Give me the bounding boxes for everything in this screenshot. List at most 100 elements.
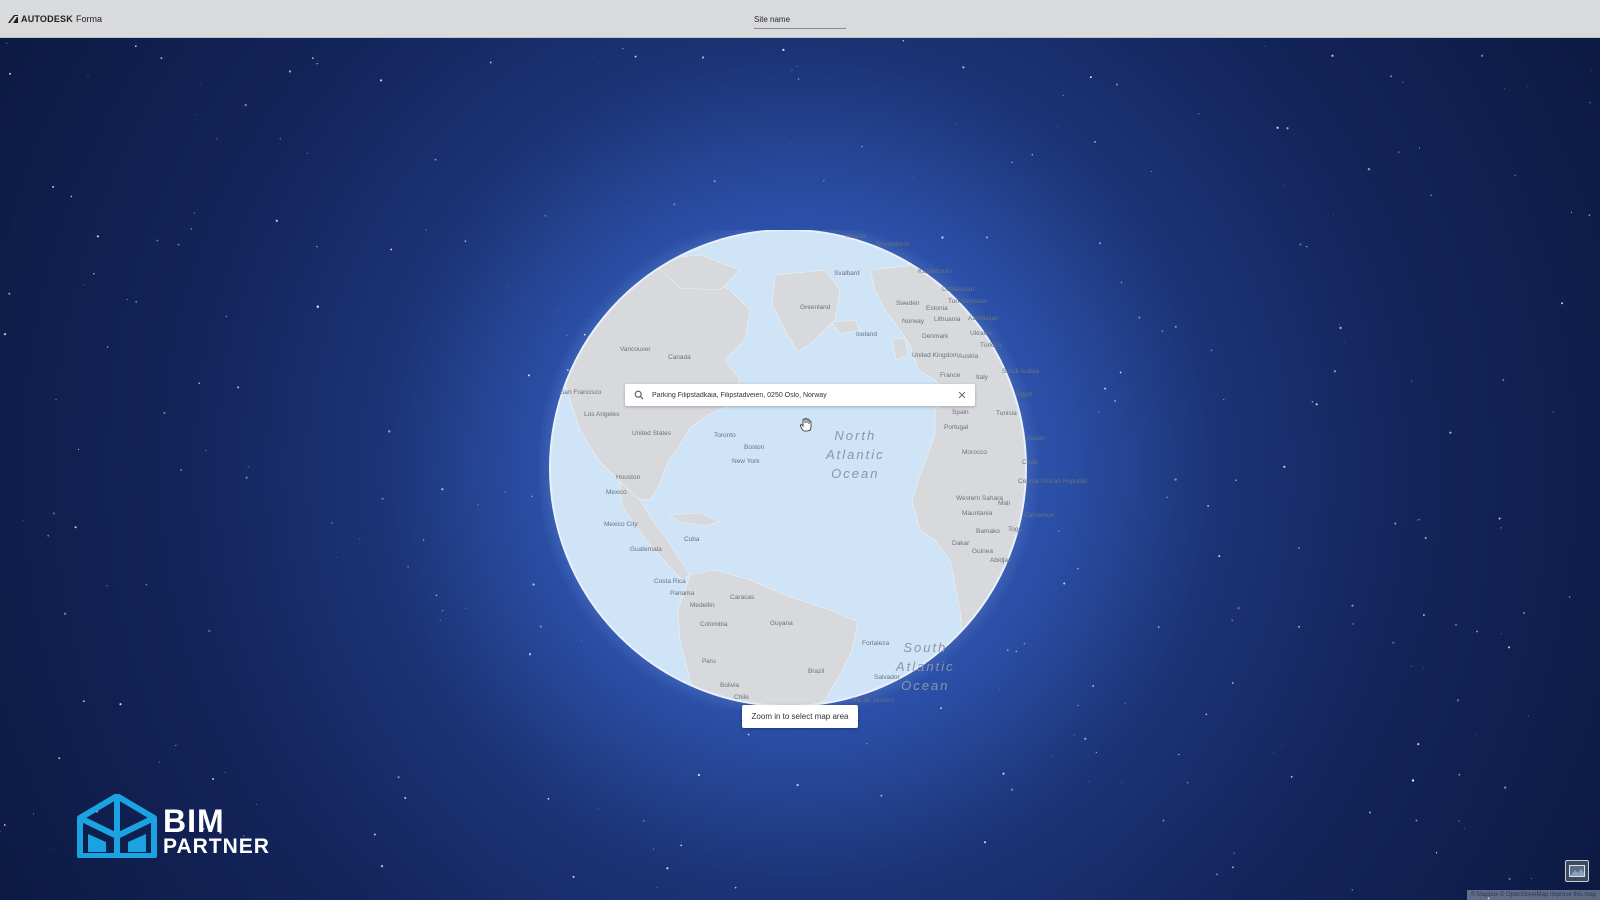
- star: [14, 223, 15, 225]
- map-label: Turkmenistan: [948, 298, 988, 305]
- star: [489, 61, 492, 64]
- star: [464, 240, 467, 243]
- star: [1500, 633, 1502, 635]
- hand-cursor-icon: [800, 418, 812, 432]
- star: [306, 152, 308, 154]
- star: [666, 867, 669, 870]
- star: [74, 526, 77, 529]
- close-icon[interactable]: [955, 388, 969, 402]
- star: [82, 700, 85, 703]
- location-search-input[interactable]: [650, 384, 955, 406]
- star: [1398, 151, 1400, 153]
- star: [0, 831, 1, 833]
- star: [8, 292, 11, 295]
- star: [275, 219, 278, 222]
- star: [861, 145, 863, 148]
- satellite-layer-button[interactable]: [1565, 860, 1589, 882]
- star: [316, 62, 318, 65]
- star: [435, 594, 438, 597]
- star: [442, 610, 444, 612]
- star: [1476, 630, 1478, 633]
- star: [237, 386, 240, 389]
- map-label: Austria: [958, 353, 979, 360]
- star: [1508, 646, 1510, 649]
- star: [1077, 704, 1079, 707]
- star: [1458, 773, 1461, 776]
- star: [331, 522, 333, 524]
- star: [434, 158, 437, 161]
- star: [1411, 779, 1415, 782]
- star: [1161, 330, 1164, 333]
- star: [335, 557, 337, 558]
- star: [634, 55, 637, 58]
- star: [1011, 161, 1013, 164]
- star: [504, 491, 507, 493]
- map-label: Panama: [670, 590, 695, 597]
- house-logo-icon: [77, 794, 157, 858]
- map-label: Guinea: [972, 548, 993, 555]
- star: [63, 612, 67, 615]
- star: [713, 180, 716, 183]
- star: [1344, 342, 1346, 343]
- map-label: Norway: [902, 318, 925, 325]
- map-label: Estonia: [926, 305, 948, 312]
- map-label: Türkiye: [980, 342, 1002, 349]
- map-label: Vancouver: [620, 346, 651, 353]
- star: [955, 124, 957, 125]
- star: [52, 512, 56, 515]
- map-label: Mauritania: [962, 510, 993, 517]
- map-label: Costa Rica: [654, 578, 686, 585]
- star: [790, 142, 792, 144]
- star: [796, 784, 799, 787]
- star: [1233, 852, 1235, 854]
- map-attribution[interactable]: © Mapbox © OpenStreetMap Improve this ma…: [1466, 890, 1600, 900]
- map-label: Boston: [744, 444, 765, 451]
- map-label: Brazil: [808, 668, 825, 675]
- star: [1231, 619, 1234, 622]
- star: [1500, 527, 1502, 529]
- star: [1063, 582, 1066, 585]
- star: [1120, 281, 1123, 284]
- star: [390, 248, 393, 251]
- star: [1062, 94, 1065, 97]
- star: [642, 819, 645, 822]
- site-name-input[interactable]: [754, 10, 846, 29]
- star: [1298, 546, 1300, 549]
- star: [1114, 400, 1116, 402]
- map-label: Dakar: [952, 540, 970, 547]
- star: [1508, 877, 1511, 880]
- star: [1339, 326, 1342, 330]
- star: [1298, 625, 1300, 628]
- map-label: Western Sahara: [956, 495, 1003, 502]
- star: [1514, 174, 1516, 176]
- star: [1283, 185, 1285, 186]
- ocean-label-north: North Atlantic Ocean: [826, 428, 885, 481]
- star: [311, 57, 314, 59]
- star: [193, 212, 196, 214]
- map-label: Denmark: [922, 333, 949, 340]
- star: [1331, 54, 1334, 57]
- star: [245, 476, 248, 479]
- star: [381, 497, 384, 500]
- star: [225, 315, 228, 318]
- star: [1571, 211, 1573, 213]
- map-label: Cameroon: [1024, 512, 1055, 519]
- star: [180, 469, 182, 471]
- star: [16, 251, 18, 253]
- star: [544, 214, 547, 217]
- map-label: Iceland: [856, 331, 877, 338]
- star: [597, 808, 599, 810]
- map-label: Lithuania: [934, 316, 961, 323]
- star: [160, 57, 163, 60]
- star: [1031, 153, 1034, 156]
- location-search[interactable]: [625, 384, 975, 406]
- star: [1424, 536, 1427, 540]
- star: [1411, 665, 1413, 667]
- star: [1002, 772, 1005, 775]
- star: [1311, 401, 1313, 403]
- star: [1454, 623, 1458, 627]
- star: [791, 69, 793, 71]
- star: [697, 773, 701, 777]
- map-label: Canada: [668, 354, 691, 361]
- star: [58, 757, 61, 760]
